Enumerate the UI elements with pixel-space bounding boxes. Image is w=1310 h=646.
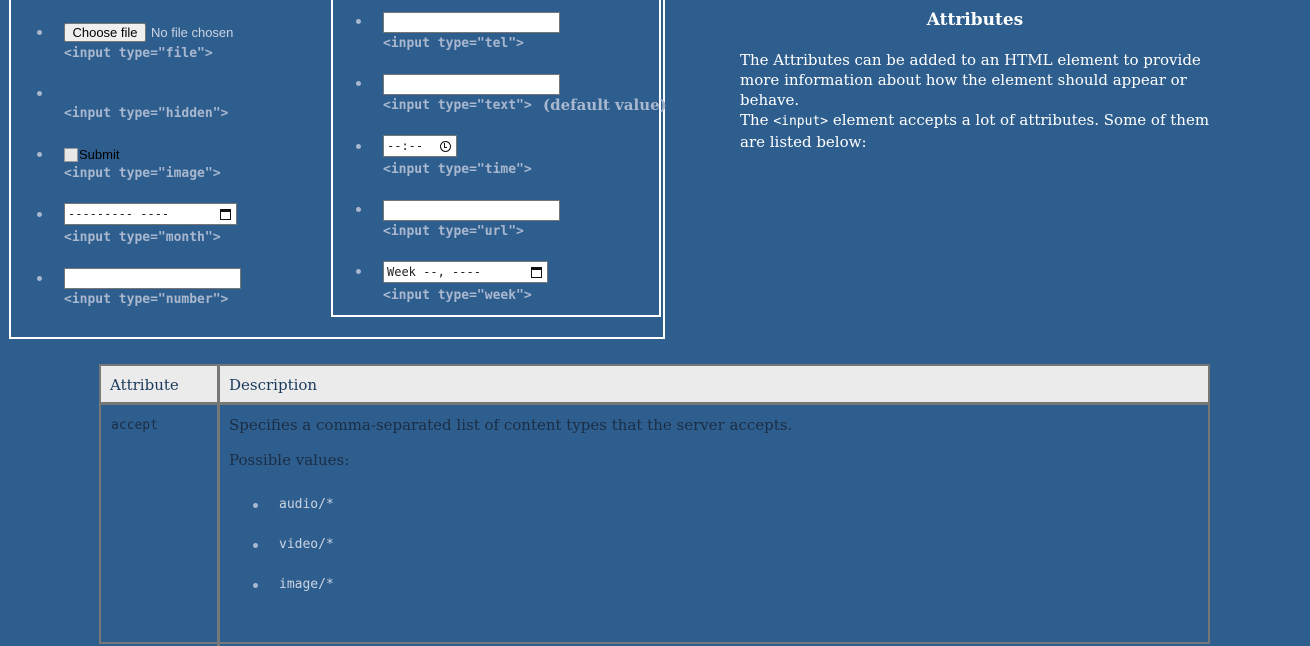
code-input-file: <input type="file">	[64, 46, 213, 61]
code-input-image: <input type="image">	[64, 166, 221, 181]
list-bullet	[356, 81, 361, 86]
url-input[interactable]	[383, 200, 560, 221]
list-bullet	[37, 276, 42, 281]
default-value-note: (default value)	[543, 96, 667, 114]
month-placeholder: --------- ----	[68, 207, 170, 221]
calendar-icon[interactable]	[220, 209, 231, 220]
attributes-heading: Attributes	[926, 10, 1024, 30]
value-item: image/*	[279, 577, 334, 592]
column-divider	[217, 366, 220, 646]
list-bullet	[356, 207, 361, 212]
code-input-month: <input type="month">	[64, 230, 221, 245]
code-input-text: <input type="text">	[383, 98, 532, 113]
image-alt-text: Submit	[79, 147, 120, 162]
code-input-number: <input type="number">	[64, 292, 229, 307]
list-bullet	[37, 212, 42, 217]
list-bullet	[37, 30, 42, 35]
calendar-icon[interactable]	[531, 267, 542, 278]
attributes-para1: The Attributes can be added to an HTML e…	[740, 51, 1201, 109]
list-bullet	[37, 152, 42, 157]
cell-description: Specifies a comma-separated list of cont…	[229, 416, 793, 434]
week-placeholder: Week --, ----	[387, 265, 481, 279]
image-submit-input[interactable]: Submit	[64, 147, 119, 162]
list-bullet	[356, 144, 361, 149]
header-attribute: Attribute	[110, 376, 179, 394]
code-input-time: <input type="time">	[383, 162, 532, 177]
value-item: audio/*	[279, 497, 334, 512]
list-bullet	[253, 543, 258, 548]
value-item: video/*	[279, 537, 334, 552]
possible-values-label: Possible values:	[229, 451, 350, 469]
time-placeholder: --:--	[387, 139, 424, 153]
list-bullet	[37, 91, 42, 96]
number-input[interactable]	[64, 268, 241, 289]
choose-file-button[interactable]: Choose file	[64, 23, 146, 42]
time-input[interactable]: --:--	[383, 135, 457, 157]
header-description: Description	[229, 376, 318, 394]
attributes-para2-pre: The	[740, 111, 774, 129]
broken-image-icon	[64, 147, 78, 162]
attributes-table: Attribute Description accept Specifies a…	[99, 364, 1210, 646]
code-input-week: <input type="week">	[383, 288, 532, 303]
file-status: No file chosen	[151, 25, 234, 40]
table-header-row: Attribute Description	[101, 366, 1208, 405]
week-input[interactable]: Week --, ----	[383, 261, 548, 283]
tel-input[interactable]	[383, 12, 560, 33]
code-input-url: <input type="url">	[383, 224, 524, 239]
list-bullet	[356, 269, 361, 274]
cell-attribute-accept: accept	[111, 418, 158, 433]
month-input[interactable]: --------- ----	[64, 203, 237, 225]
attributes-intro: The Attributes can be added to an HTML e…	[740, 50, 1220, 152]
list-bullet	[253, 583, 258, 588]
list-bullet	[253, 503, 258, 508]
list-bullet	[356, 19, 361, 24]
text-input[interactable]	[383, 74, 560, 95]
code-input-tel: <input type="tel">	[383, 36, 524, 51]
code-input-hidden: <input type="hidden">	[64, 106, 229, 121]
attributes-para2-code: <input>	[773, 114, 829, 129]
clock-icon[interactable]	[440, 141, 451, 152]
